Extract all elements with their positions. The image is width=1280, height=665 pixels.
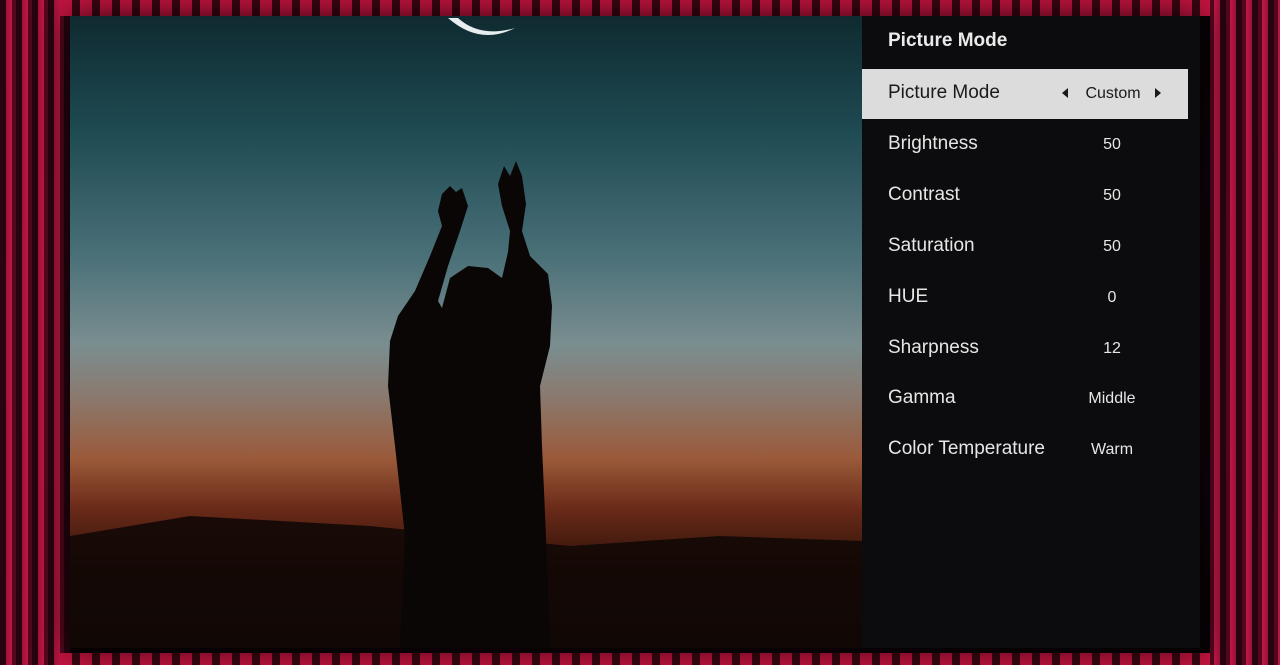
menu-item-value: 50: [1103, 238, 1121, 255]
menu-item-value: Middle: [1088, 390, 1136, 407]
menu-item-contrast[interactable]: Contrast 50: [862, 171, 1188, 221]
menu-item-label: Contrast: [888, 184, 960, 205]
menu-item-value: 12: [1103, 340, 1121, 357]
moon-icon: [448, 18, 515, 36]
menu-item-hue[interactable]: HUE 0: [862, 273, 1188, 323]
menu-item-value: Custom: [1085, 85, 1141, 102]
menu-title: Picture Mode: [888, 30, 1008, 51]
menu-item-value: 0: [1107, 289, 1117, 306]
menu-item-label: Color Temperature: [888, 438, 1046, 459]
menu-item-label: HUE: [888, 286, 929, 307]
ambient-light-right: [1210, 0, 1280, 665]
menu-item-label: Gamma: [888, 387, 956, 408]
ambient-strip-bottom: [60, 653, 1210, 665]
picture-settings-menu: Picture Mode Picture Mode Custom Brightn…: [862, 16, 1200, 648]
menu-item-label: Brightness: [888, 133, 978, 154]
menu-item-picture-mode[interactable]: Picture Mode Custom: [862, 69, 1188, 119]
menu-item-color-temperature[interactable]: Color Temperature Warm: [862, 425, 1188, 475]
menu-item-saturation[interactable]: Saturation 50: [862, 222, 1188, 272]
background-photo: [70, 16, 862, 648]
menu-item-value: 50: [1103, 136, 1121, 153]
arrow-right-icon[interactable]: [1155, 88, 1161, 98]
menu-item-value: Warm: [1090, 441, 1134, 458]
menu-item-label: Saturation: [888, 235, 975, 256]
person-silhouette: [388, 161, 552, 648]
ambient-strip-top: [60, 0, 1210, 16]
tv-screen: Picture Mode Picture Mode Custom Brightn…: [70, 16, 1200, 648]
menu-item-label: Picture Mode: [888, 82, 1000, 103]
menu-item-label: Sharpness: [888, 337, 979, 358]
menu-item-sharpness[interactable]: Sharpness 12: [862, 324, 1188, 374]
menu-item-gamma[interactable]: Gamma Middle: [862, 374, 1188, 424]
menu-item-brightness[interactable]: Brightness 50: [862, 120, 1188, 170]
tv-room-scene: Picture Mode Picture Mode Custom Brightn…: [0, 0, 1280, 665]
ambient-light-left: [0, 0, 70, 665]
silhouette-scene: [70, 18, 862, 648]
menu-item-value: 50: [1103, 187, 1121, 204]
